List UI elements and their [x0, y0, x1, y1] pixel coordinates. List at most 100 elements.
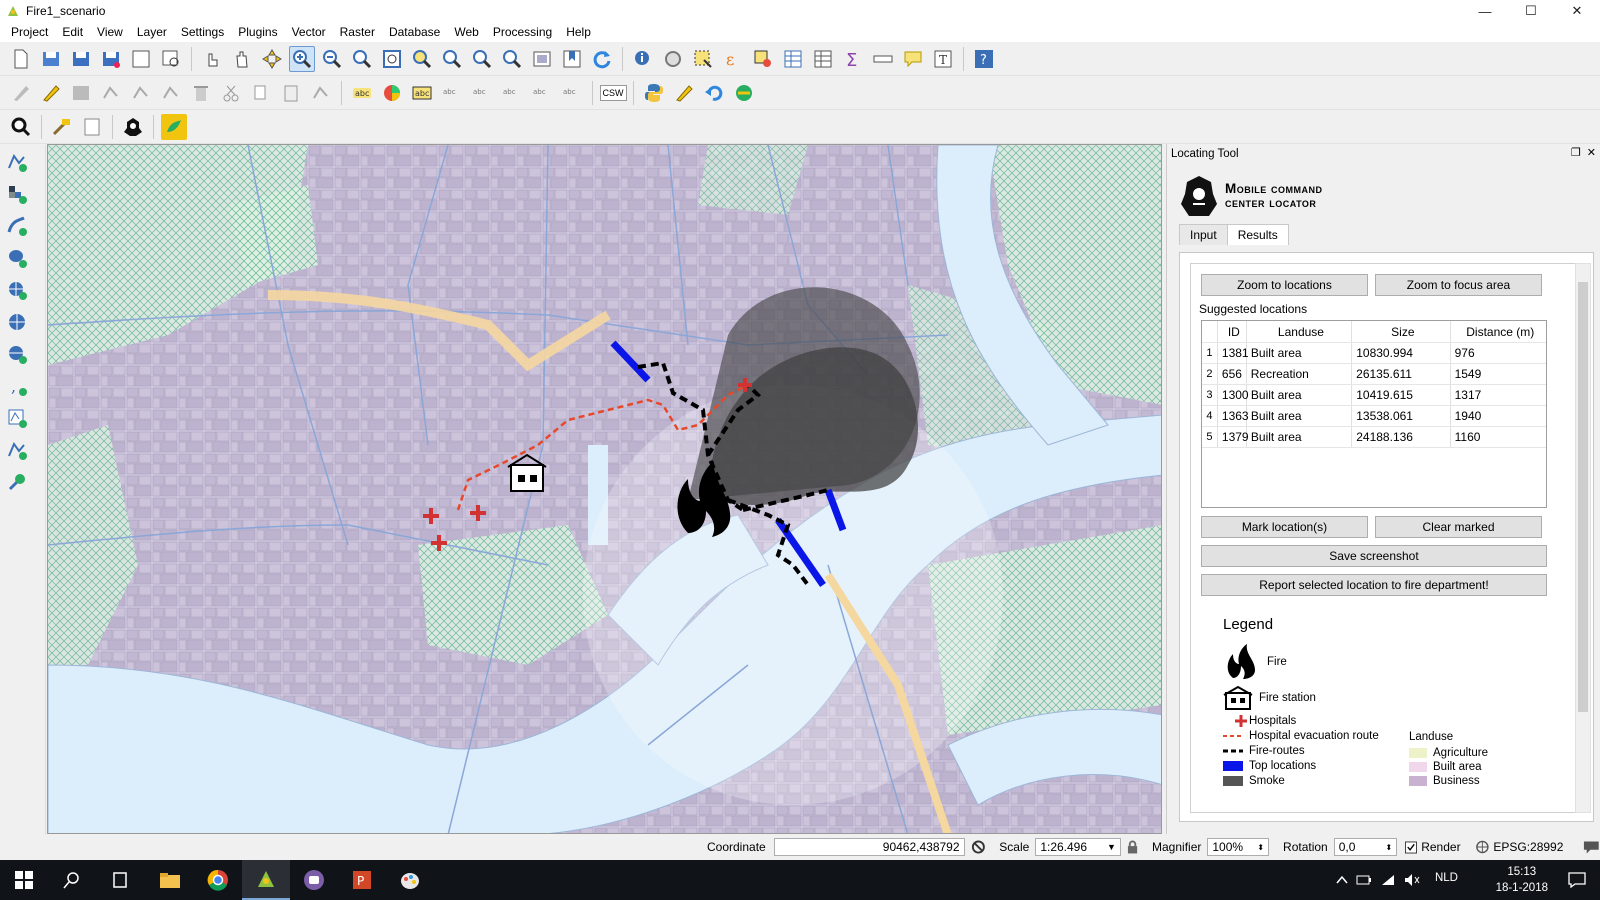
menu-raster[interactable]: Raster [333, 25, 382, 39]
globe-icon[interactable] [1475, 839, 1490, 855]
zoom-last-icon[interactable] [469, 46, 495, 72]
python-console-icon[interactable] [641, 80, 667, 106]
menu-project[interactable]: Project [4, 25, 55, 39]
node-tool-icon[interactable] [158, 80, 184, 106]
select-by-expression-icon[interactable]: ε [720, 46, 746, 72]
add-wcs-layer-icon[interactable] [4, 309, 30, 335]
paste-features-icon[interactable] [278, 80, 304, 106]
tab-input[interactable]: Input [1179, 224, 1228, 245]
new-map-view-icon[interactable] [529, 46, 555, 72]
battery-icon[interactable] [1356, 874, 1372, 886]
mobile-command-locator-icon[interactable] [120, 114, 146, 140]
report-location-button[interactable]: Report selected location to fire departm… [1201, 574, 1547, 596]
undo-icon[interactable] [701, 80, 727, 106]
new-shapefile-icon[interactable] [4, 437, 30, 463]
task-view-button[interactable] [96, 860, 144, 900]
menu-help[interactable]: Help [559, 25, 598, 39]
menu-database[interactable]: Database [382, 25, 447, 39]
help-icon[interactable]: ? [971, 46, 997, 72]
plugin-sync-icon[interactable] [731, 80, 757, 106]
qgis-taskbar-button[interactable] [242, 860, 290, 900]
add-wfs-layer-icon[interactable] [4, 341, 30, 367]
table-row[interactable]: 4 1363 Built area 13538.061 1940 [1202, 406, 1546, 427]
lock-icon[interactable] [1127, 840, 1138, 854]
csw-button[interactable]: CSW [599, 80, 627, 106]
zoom-full-icon[interactable] [379, 46, 405, 72]
move-feature-icon[interactable] [128, 80, 154, 106]
col-distance[interactable]: Distance (m) [1451, 321, 1546, 342]
bookmark-icon[interactable] [559, 46, 585, 72]
table-row[interactable]: 5 1379 Built area 24188.136 1160 [1202, 427, 1546, 448]
minimize-button[interactable]: — [1462, 0, 1508, 22]
add-spatialite-layer-icon[interactable] [4, 213, 30, 239]
wifi-icon[interactable] [1380, 873, 1396, 887]
zoom-to-selection-icon[interactable] [409, 46, 435, 72]
add-feature-icon[interactable] [98, 80, 124, 106]
add-virtual-layer-icon[interactable] [4, 405, 30, 431]
tab-results[interactable]: Results [1226, 224, 1289, 245]
clear-marked-button[interactable]: Clear marked [1375, 516, 1542, 538]
statistics-sigma-icon[interactable]: Σ [840, 46, 866, 72]
refresh-icon[interactable] [589, 46, 615, 72]
cut-features-icon[interactable] [218, 80, 244, 106]
copy-features-icon[interactable] [248, 80, 274, 106]
identify-features-icon[interactable] [630, 46, 656, 72]
language-indicator[interactable]: NLD [1435, 872, 1458, 884]
crs-label[interactable]: EPSG:28992 [1493, 840, 1563, 854]
powerpoint-button[interactable]: P [338, 860, 386, 900]
add-raster-layer-icon[interactable] [4, 181, 30, 207]
zoom-actual-size-icon[interactable] [349, 46, 375, 72]
zoom-to-layer-icon[interactable] [439, 46, 465, 72]
deselect-features-icon[interactable] [750, 46, 776, 72]
select-features-icon[interactable] [690, 46, 716, 72]
measure-line-icon[interactable] [870, 46, 896, 72]
pan-to-selection-icon[interactable] [259, 46, 285, 72]
save-screenshot-button[interactable]: Save screenshot [1201, 545, 1547, 567]
results-scrollbar[interactable] [1575, 263, 1591, 813]
digitizing-pen-icon[interactable] [671, 80, 697, 106]
map-tips-icon[interactable] [900, 46, 926, 72]
zoom-to-focus-area-button[interactable]: Zoom to focus area [1375, 274, 1542, 296]
save-project-icon[interactable] [68, 46, 94, 72]
col-size[interactable]: Size [1352, 321, 1451, 342]
hammer-tool-icon[interactable] [49, 114, 75, 140]
menu-settings[interactable]: Settings [174, 25, 231, 39]
add-postgis-layer-icon[interactable] [4, 245, 30, 271]
touch-zoom-pan-icon[interactable] [199, 46, 225, 72]
mark-locations-button[interactable]: Mark location(s) [1201, 516, 1368, 538]
magnifier-field[interactable]: 100% ⬍ [1207, 838, 1270, 856]
pin-labels-icon[interactable]: abc [439, 80, 465, 106]
zoom-to-locations-button[interactable]: Zoom to locations [1201, 274, 1368, 296]
scrollbar-thumb[interactable] [1578, 282, 1588, 712]
current-edits-icon[interactable] [8, 80, 34, 106]
taskbar-clock[interactable]: 15:13 18-1-2018 [1496, 864, 1548, 896]
menu-web[interactable]: Web [447, 25, 485, 39]
extents-toggle-icon[interactable] [971, 839, 986, 855]
start-button[interactable] [0, 860, 48, 900]
scale-field[interactable]: 1:26.496 ▼ [1035, 838, 1121, 856]
col-landuse[interactable]: Landuse [1247, 321, 1353, 342]
panel-close-icon[interactable]: ✕ [1587, 146, 1596, 159]
show-hidden-icons-icon[interactable] [1336, 875, 1348, 885]
add-gps-layer-icon[interactable] [4, 469, 30, 495]
open-project-icon[interactable] [38, 46, 64, 72]
diagram-tool-icon[interactable] [379, 80, 405, 106]
maximize-button[interactable]: ☐ [1508, 0, 1554, 22]
zoom-in-icon[interactable] [289, 45, 315, 72]
save-edits-icon[interactable] [68, 80, 94, 106]
app-purple-button[interactable] [290, 860, 338, 900]
composer-manager-icon[interactable] [158, 46, 184, 72]
undock-icon[interactable]: ❐ [1571, 146, 1581, 159]
menu-edit[interactable]: Edit [55, 25, 90, 39]
pan-map-icon[interactable] [229, 46, 255, 72]
print-composer-icon[interactable] [128, 46, 154, 72]
paint-button[interactable] [386, 860, 434, 900]
menu-vector[interactable]: Vector [285, 25, 333, 39]
text-annotation-icon[interactable]: T [930, 46, 956, 72]
messages-icon[interactable] [1583, 839, 1600, 855]
new-project-icon[interactable] [8, 46, 34, 72]
map-canvas[interactable] [47, 144, 1162, 834]
run-feature-action-icon[interactable] [660, 46, 686, 72]
chrome-button[interactable] [194, 860, 242, 900]
render-checkbox[interactable] [1405, 841, 1418, 854]
